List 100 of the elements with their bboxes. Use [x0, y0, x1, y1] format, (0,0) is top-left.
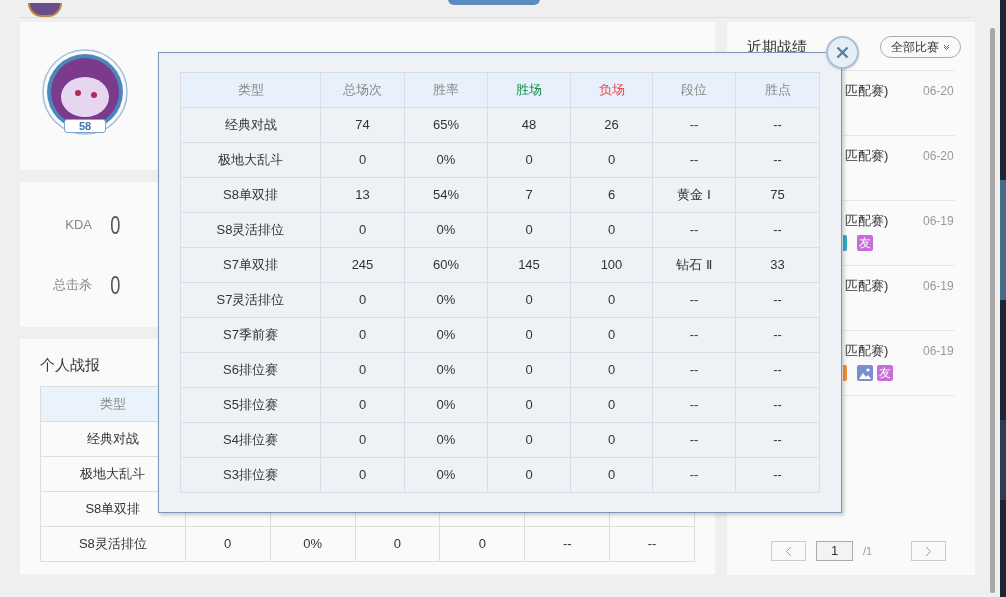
table-cell: 0%: [405, 143, 488, 178]
table-cell: 0: [571, 213, 653, 248]
stat-label: KDA: [64, 215, 92, 234]
table-cell: --: [736, 283, 820, 318]
table-cell: --: [736, 353, 820, 388]
table-cell: --: [653, 143, 736, 178]
header-cell: 胜场: [488, 73, 571, 108]
table-cell: 13: [321, 178, 405, 213]
table-cell: 0: [571, 318, 653, 353]
stat-label: 总击杀: [52, 275, 92, 294]
table-cell: S4排位赛: [181, 423, 321, 458]
close-icon: [836, 46, 849, 59]
friend-tag: 友: [857, 235, 873, 251]
table-cell: 0: [355, 527, 441, 562]
table-cell: --: [736, 388, 820, 423]
avatar[interactable]: [28, 3, 62, 17]
table-cell: 0: [488, 213, 571, 248]
table-cell: 60%: [405, 248, 488, 283]
table-cell: 0%: [405, 283, 488, 318]
table-cell: 0%: [405, 353, 488, 388]
table-cell: 0: [571, 353, 653, 388]
table-cell: S3排位赛: [181, 458, 321, 493]
next-page-button[interactable]: [911, 541, 946, 561]
table-cell: --: [653, 108, 736, 143]
table-cell: S6排位赛: [181, 353, 321, 388]
report-title: 个人战报: [40, 356, 100, 373]
table-cell: S7季前赛: [181, 318, 321, 353]
table-cell: 0: [321, 388, 405, 423]
match-mode: 匹配赛): [845, 278, 890, 294]
table-cell: 0%: [405, 388, 488, 423]
table-cell: 0: [321, 213, 405, 248]
table-cell: 54%: [405, 178, 488, 213]
table-cell: 0%: [405, 458, 488, 493]
table-cell: 0: [488, 388, 571, 423]
table-cell: 0%: [270, 527, 356, 562]
table-cell: --: [736, 213, 820, 248]
table-cell: 6: [571, 178, 653, 213]
chevron-right-icon: [925, 545, 932, 557]
table-cell: 100: [571, 248, 653, 283]
table-cell: --: [736, 423, 820, 458]
header-cell: 类型: [181, 73, 321, 108]
table-cell: 0%: [405, 213, 488, 248]
header-cell: 段位: [653, 73, 736, 108]
page-input[interactable]: 1: [816, 541, 853, 561]
match-date: 06-19: [923, 343, 954, 360]
table-cell: --: [653, 213, 736, 248]
table-cell: 0%: [405, 318, 488, 353]
table-cell: 65%: [405, 108, 488, 143]
table-cell: 74: [321, 108, 405, 143]
table-cell: --: [736, 458, 820, 493]
match-mode: 匹配赛): [845, 343, 890, 359]
table-cell: 0: [488, 283, 571, 318]
table-cell: 0: [321, 318, 405, 353]
table-cell: 26: [571, 108, 653, 143]
tab-button[interactable]: [448, 0, 540, 5]
caret-icon: [943, 44, 950, 50]
table-cell: 钻石 Ⅱ: [653, 248, 736, 283]
table-cell: --: [736, 143, 820, 178]
table-cell: 33: [736, 248, 820, 283]
table-cell: 0: [321, 353, 405, 388]
table-cell: 48: [488, 108, 571, 143]
match-date: 06-20: [923, 148, 954, 165]
table-cell: 7: [488, 178, 571, 213]
table-cell: S8单双排: [181, 178, 321, 213]
table-cell: S7灵活排位: [181, 283, 321, 318]
table-cell: 0: [321, 143, 405, 178]
table-cell: 0: [321, 423, 405, 458]
table-cell: 0: [571, 458, 653, 493]
match-date: 06-19: [923, 278, 954, 295]
table-cell: --: [653, 353, 736, 388]
table-cell: 0: [488, 318, 571, 353]
match-mode: 匹配赛): [845, 148, 890, 164]
table-cell: 0: [571, 388, 653, 423]
scrollbar[interactable]: [990, 28, 995, 593]
friend-tag: 友: [877, 365, 893, 381]
match-mode: 匹配赛): [845, 213, 890, 229]
table-cell: 经典对战: [181, 108, 321, 143]
stat-value: 0: [110, 211, 121, 238]
table-cell: 黄金 Ⅰ: [653, 178, 736, 213]
previous-page-button[interactable]: [771, 541, 806, 561]
table-cell: --: [610, 527, 696, 562]
table-cell: 0: [185, 527, 271, 562]
chevron-left-icon: [785, 545, 792, 557]
table-cell: 145: [488, 248, 571, 283]
table-cell: --: [736, 108, 820, 143]
table-cell: 0: [571, 283, 653, 318]
table-cell: --: [653, 458, 736, 493]
table-cell: 极地大乱斗: [181, 143, 321, 178]
table-cell: S5排位赛: [181, 388, 321, 423]
table-cell: S7单双排: [181, 248, 321, 283]
header-cell: 负场: [571, 73, 653, 108]
table-cell: 75: [736, 178, 820, 213]
table-cell: --: [653, 283, 736, 318]
level-badge: 58: [64, 119, 106, 133]
stat-value: 0: [110, 271, 121, 298]
table-cell: 0: [488, 458, 571, 493]
table-cell: 0: [571, 143, 653, 178]
header-cell: 胜点: [736, 73, 820, 108]
table-cell: --: [736, 318, 820, 353]
header-cell: 总场次: [321, 73, 405, 108]
